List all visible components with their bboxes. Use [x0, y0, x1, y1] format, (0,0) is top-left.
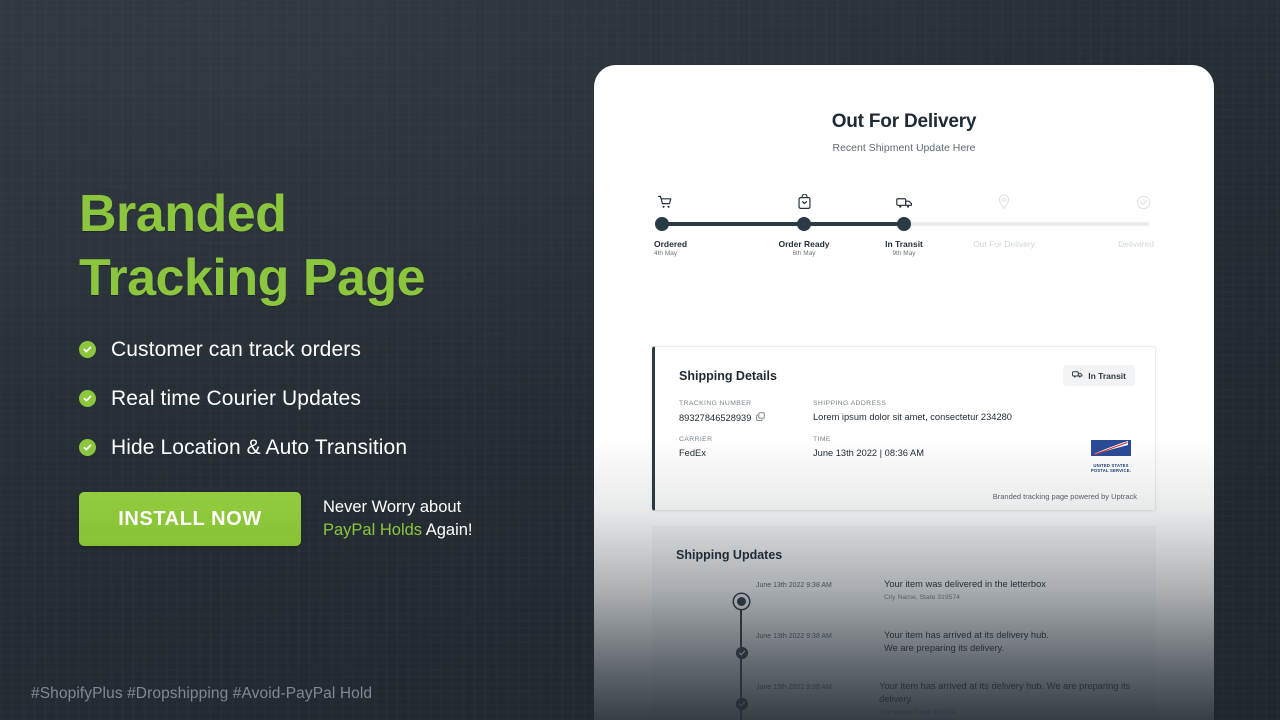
- shipping-updates-list: June 13th 2022 9:38 AM Your item was del…: [652, 578, 1156, 720]
- truck-icon: [1072, 370, 1083, 381]
- cta-note-tail: Again!: [422, 521, 473, 539]
- timeline-current-dot-icon: [734, 594, 749, 609]
- stepper-dot: [997, 217, 1011, 231]
- list-item: Real time Courier Updates: [79, 374, 519, 423]
- stepper-step-out-for-delivery[interactable]: Out For Delivery: [954, 184, 1054, 250]
- stepper-step-label: Out For Delivery: [973, 239, 1035, 249]
- promo-pane: Branded Tracking Page Customer can track…: [0, 0, 594, 720]
- tracking-status-title: Out For Delivery: [831, 111, 977, 132]
- status-badge[interactable]: In Transit: [1063, 365, 1135, 386]
- list-item: Customer can track orders: [79, 325, 519, 374]
- shopping-cart-icon: [654, 188, 676, 210]
- map-pin-icon: [993, 188, 1015, 210]
- update-message: Your item has arrived at its delivery hu…: [884, 630, 1050, 653]
- shopping-bag-icon: [793, 188, 815, 210]
- field-value: FedEx: [679, 448, 706, 458]
- field-label: TRACKING NUMBER: [679, 400, 752, 407]
- update-location: City Name, State 319574: [879, 709, 956, 716]
- stepper-dot: [897, 217, 911, 231]
- stepper-step-date: 6th May: [792, 250, 816, 257]
- field-carrier: CARRIER FedEx: [679, 436, 813, 458]
- hashtags: #ShopifyPlus #Dropshipping #Avoid-PayPal…: [31, 685, 373, 702]
- update-time: June 13th 2022 9:38 AM: [756, 633, 832, 640]
- update-message: Your item has arrived at its delivery hu…: [879, 681, 1131, 704]
- feature-label: Customer can track orders: [111, 337, 361, 361]
- update-time: June 13th 2022 9:38 AM: [756, 582, 832, 589]
- field-value: 89327846528939: [679, 412, 752, 423]
- headline-line-2: Tracking Page: [79, 249, 426, 307]
- stepper-dot: [1140, 217, 1154, 231]
- stepper-step-order-ready[interactable]: Order Ready 6th May: [754, 184, 854, 257]
- page-title: Branded Tracking Page: [79, 182, 426, 310]
- headline-line-1: Branded: [79, 185, 287, 243]
- cta-note-line-1: Never Worry about: [323, 498, 462, 516]
- field-value: June 13th 2022 | 08:36 AM: [813, 448, 924, 458]
- stepper-dot: [655, 217, 669, 231]
- timeline-check-dot-icon: [736, 698, 748, 710]
- stepper-step-date: 9th May: [892, 250, 916, 257]
- check-circle-icon: [79, 439, 96, 456]
- tracking-page-preview: Out For Delivery Recent Shipment Update …: [594, 65, 1214, 720]
- powered-by-footer: Branded tracking page powered by Uptrack: [992, 492, 1137, 501]
- list-item: June 13th 2022 9:38 AM Your item has arr…: [676, 680, 1156, 720]
- stepper-step-label: Delivered: [1118, 239, 1154, 249]
- field-shipping-address: SHIPPING ADDRESS Lorem ipsum dolor sit a…: [813, 400, 1012, 423]
- feature-label: Real time Courier Updates: [111, 386, 361, 410]
- timeline-check-dot-icon: [736, 647, 748, 659]
- feature-label: Hide Location & Auto Transition: [111, 435, 408, 459]
- shipment-progress-stepper: Ordered 4th May Order Ready 6th May In T…: [654, 184, 1154, 257]
- list-item: June 13th 2022 9:38 AM Your item was del…: [676, 578, 1156, 629]
- update-message: Your item was delivered in the letterbox: [884, 579, 1046, 589]
- field-label: CARRIER: [679, 436, 713, 443]
- update-location: City Name, State 319574: [884, 594, 960, 601]
- usps-logo: UNITED STATES POSTAL SERVICE.: [1087, 439, 1135, 475]
- shipping-updates-panel: Shipping Updates June 13th 2022 9:38 AM …: [652, 526, 1156, 720]
- stepper-step-label: Ordered: [654, 239, 688, 249]
- usps-logo-line-2: POSTAL SERVICE.: [1090, 468, 1132, 473]
- list-item: June 13th 2022 9:38 AM Your item has arr…: [676, 629, 1156, 680]
- tracking-subtitle: Recent Shipment Update Here: [832, 142, 976, 154]
- stepper-dot: [797, 217, 811, 231]
- field-label: SHIPPING ADDRESS: [813, 400, 887, 407]
- list-item: Hide Location & Auto Transition: [79, 423, 519, 472]
- feature-list: Customer can track orders Real time Cour…: [79, 325, 519, 472]
- cta-row: INSTALL NOW Never Worry about PayPal Hol…: [79, 492, 473, 546]
- check-circle-icon: [79, 390, 96, 407]
- shipping-details-card: Shipping Details In Transit TRACKING NUM…: [652, 346, 1156, 511]
- stepper-step-label: In Transit: [885, 239, 923, 249]
- update-time: June 13th 2022 9:38 AM: [756, 684, 832, 691]
- install-now-button[interactable]: INSTALL NOW: [79, 492, 301, 546]
- field-label: TIME: [813, 436, 831, 443]
- stepper-step-label: Order Ready: [778, 239, 830, 249]
- stepper-step-in-transit[interactable]: In Transit 9th May: [854, 184, 954, 257]
- check-circle-icon: [1132, 188, 1154, 210]
- check-circle-icon: [79, 341, 96, 358]
- status-badge-label: In Transit: [1088, 370, 1126, 381]
- field-value: Lorem ipsum dolor sit amet, consectetur …: [813, 412, 1012, 422]
- stepper-step-ordered[interactable]: Ordered 4th May: [654, 184, 754, 257]
- shipping-details-title: Shipping Details: [679, 368, 777, 383]
- truck-icon: [893, 188, 915, 210]
- copy-icon[interactable]: [756, 412, 766, 423]
- stepper-step-delivered[interactable]: Delivered: [1054, 184, 1154, 250]
- field-time: TIME June 13th 2022 | 08:36 AM: [813, 436, 924, 458]
- field-tracking-number: TRACKING NUMBER 89327846528939: [679, 400, 813, 423]
- usps-logo-text: UNITED STATES POSTAL SERVICE.: [1091, 463, 1131, 473]
- shipping-updates-title: Shipping Updates: [676, 548, 783, 562]
- cta-note: Never Worry about PayPal Holds Again!: [323, 496, 473, 542]
- cta-note-highlight: PayPal Holds: [323, 521, 423, 539]
- stepper-step-date: 4th May: [654, 250, 678, 257]
